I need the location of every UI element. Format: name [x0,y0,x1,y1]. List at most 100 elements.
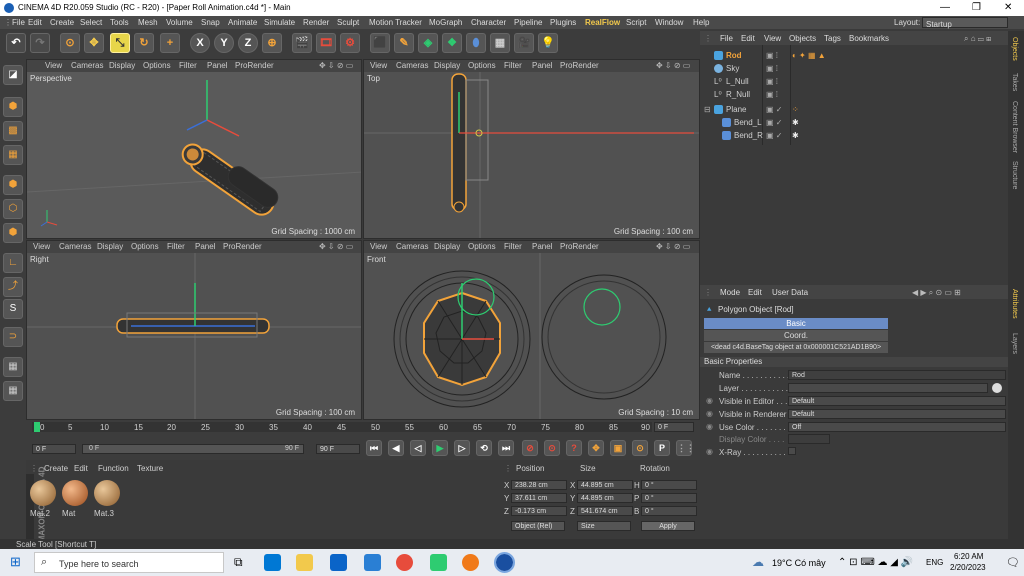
system-tray-icons[interactable]: ⌃ ⊡ ⌨ ☁ ◢ 🔊 [838,557,913,568]
object-tags[interactable]: ✱ [792,118,799,127]
texture-mode-icon[interactable]: ▩ [3,121,23,141]
windows-start-icon[interactable]: ⊞ [10,554,21,570]
keyframe-dot-icon[interactable]: ◉ [706,422,713,431]
model-mode-icon[interactable]: ⬢ [3,97,23,117]
viewport-perspective[interactable]: View Cameras Display Options Filter Pane… [26,59,362,239]
object-tags[interactable]: ◐ ✦ ▦ ▲ [792,51,826,60]
size-z-field[interactable]: 541.674 cm [577,506,633,516]
current-frame-field[interactable]: 0 F [654,422,694,432]
menu-help[interactable]: Help [693,18,709,27]
deformer-icon[interactable]: ⬮ [466,33,486,53]
render-picture-viewer-icon[interactable]: 🎞 [316,33,336,53]
menu-volume[interactable]: Volume [166,18,193,27]
tab-basic[interactable]: Basic [704,318,888,329]
visibility-toggle[interactable]: ▣ ⁞ [766,90,778,99]
position-key-button[interactable]: ✥ [588,440,604,456]
rot-b-field[interactable]: 0 ° [641,506,697,516]
visibility-toggle[interactable]: ▣ ⁞ [766,64,778,73]
mat-menu-edit[interactable]: Edit [74,464,88,473]
layer-field[interactable] [788,383,988,393]
array-icon[interactable]: ❖ [442,33,462,53]
vp-menu-cameras[interactable]: Cameras [71,61,103,70]
am-menu-edit[interactable]: Edit [748,288,762,297]
vp-menu-panel[interactable]: Panel [532,61,552,70]
vp-menu-display[interactable]: Display [109,61,135,70]
camera-icon[interactable]: 🎥 [514,33,534,53]
menu-edit[interactable]: Edit [28,18,42,27]
render-settings-icon[interactable]: ⚙ [340,33,360,53]
file-explorer-icon[interactable] [296,554,313,571]
vp-menu-view[interactable]: View [370,61,387,70]
visibility-toggle[interactable]: ▣ ✓ [766,118,782,127]
record-keys-button[interactable]: ⊘ [522,440,538,456]
y-axis-lock-button[interactable]: Y [214,33,234,53]
vp-menu-filter[interactable]: Filter [167,242,185,251]
visible-renderer-select[interactable]: Default [788,409,1006,419]
clock-date[interactable]: 2/20/2023 [950,563,986,572]
task-view-icon[interactable]: ⧉ [234,555,243,570]
vp-menu-filter[interactable]: Filter [504,242,522,251]
vp-menu-cameras[interactable]: Cameras [59,242,91,251]
object-row-rod[interactable]: Rod ▣ ⁞ ◐ ✦ ▦ ▲ [700,49,1008,62]
om-menu-file[interactable]: File [720,34,733,43]
object-row-sky[interactable]: Sky ▣ ⁞ [700,62,1008,75]
vp-menu-options[interactable]: Options [468,242,496,251]
move-tool-icon[interactable]: ✥ [84,33,104,53]
om-nav-icons[interactable]: ⌕ ⌂ ▭ ⊞ [964,34,991,44]
object-row-bend-l[interactable]: Bend_L ▣ ✓ ✱ [700,116,1008,129]
taskbar-search-box[interactable]: ⌕ Type here to search [34,552,224,573]
size-x-field[interactable]: 44.895 cm [577,480,633,490]
tab-dead-tag[interactable]: <dead c4d.BaseTag object at 0x000001C521… [704,342,888,353]
rot-h-field[interactable]: 0 ° [641,480,697,490]
om-menu-tags[interactable]: Tags [824,34,841,43]
object-row-r-null[interactable]: L⁰ R_Null ▣ ⁞ [700,88,1008,101]
viewport-front[interactable]: View Cameras Display Options Filter Pane… [363,240,700,420]
rotation-key-button[interactable]: ⊙ [632,440,648,456]
object-row-plane[interactable]: ⊟ Plane ▣ ✓ ⁘ [700,103,1008,116]
vp-menu-display[interactable]: Display [434,61,460,70]
menu-character[interactable]: Character [471,18,506,27]
previous-key-button[interactable]: ◀ [388,440,404,456]
clock-time[interactable]: 6:20 AM [954,552,983,561]
visibility-toggle[interactable]: ▣ ⁞ [766,77,778,86]
menu-select[interactable]: Select [80,18,102,27]
menu-realflow[interactable]: RealFlow [585,18,620,27]
tab-attributes[interactable]: Attributes [1011,289,1018,319]
menu-tools[interactable]: Tools [110,18,129,27]
material-swatch-mat3[interactable] [94,480,120,506]
loop-button[interactable]: ⟲ [476,440,492,456]
name-field[interactable]: Rod [788,370,1006,380]
coord-mode-select[interactable]: Object (Rel) [511,521,565,531]
vp-menu-view[interactable]: View [33,242,50,251]
menu-motion-tracker[interactable]: Motion Tracker [369,18,422,27]
redo-button[interactable]: ↷ [30,33,50,53]
firefox-icon[interactable] [462,554,479,571]
z-axis-lock-button[interactable]: Z [238,33,258,53]
weather-text[interactable]: 19°C Có mây [772,558,826,568]
floor-icon[interactable]: ▦ [490,33,510,53]
mat-menu-texture[interactable]: Texture [137,464,163,473]
visibility-toggle[interactable]: ▣ ⁞ [766,51,778,60]
scale-key-button[interactable]: ▣ [610,440,626,456]
coordinate-system-icon[interactable]: ⊕ [262,33,282,53]
vp-menu-options[interactable]: Options [131,242,159,251]
play-button[interactable]: ▶ [432,440,448,456]
app-icon[interactable] [430,554,447,571]
light-icon[interactable]: 💡 [538,33,558,53]
display-color-swatch[interactable] [788,434,830,444]
vp-menu-options[interactable]: Options [143,61,171,70]
viewport-nav-icons[interactable]: ✥ ⇩ ⊘ ▭ [319,61,353,70]
layer-picker-icon[interactable] [992,383,1002,393]
solo-icon[interactable]: S [3,299,23,319]
pos-x-field[interactable]: 238.28 cm [511,480,567,490]
undo-button[interactable]: ↶ [6,33,26,53]
vp-menu-display[interactable]: Display [434,242,460,251]
vp-menu-prorender[interactable]: ProRender [560,61,599,70]
om-menu-edit[interactable]: Edit [741,34,755,43]
am-menu-user-data[interactable]: User Data [772,288,808,297]
pos-y-field[interactable]: 37.611 cm [511,493,567,503]
viewport-nav-icons[interactable]: ✥ ⇩ ⊘ ▭ [656,61,690,70]
points-mode-icon[interactable]: ⬢ [3,175,23,195]
tab-takes[interactable]: Takes [1011,73,1018,91]
mail-icon[interactable] [364,554,381,571]
